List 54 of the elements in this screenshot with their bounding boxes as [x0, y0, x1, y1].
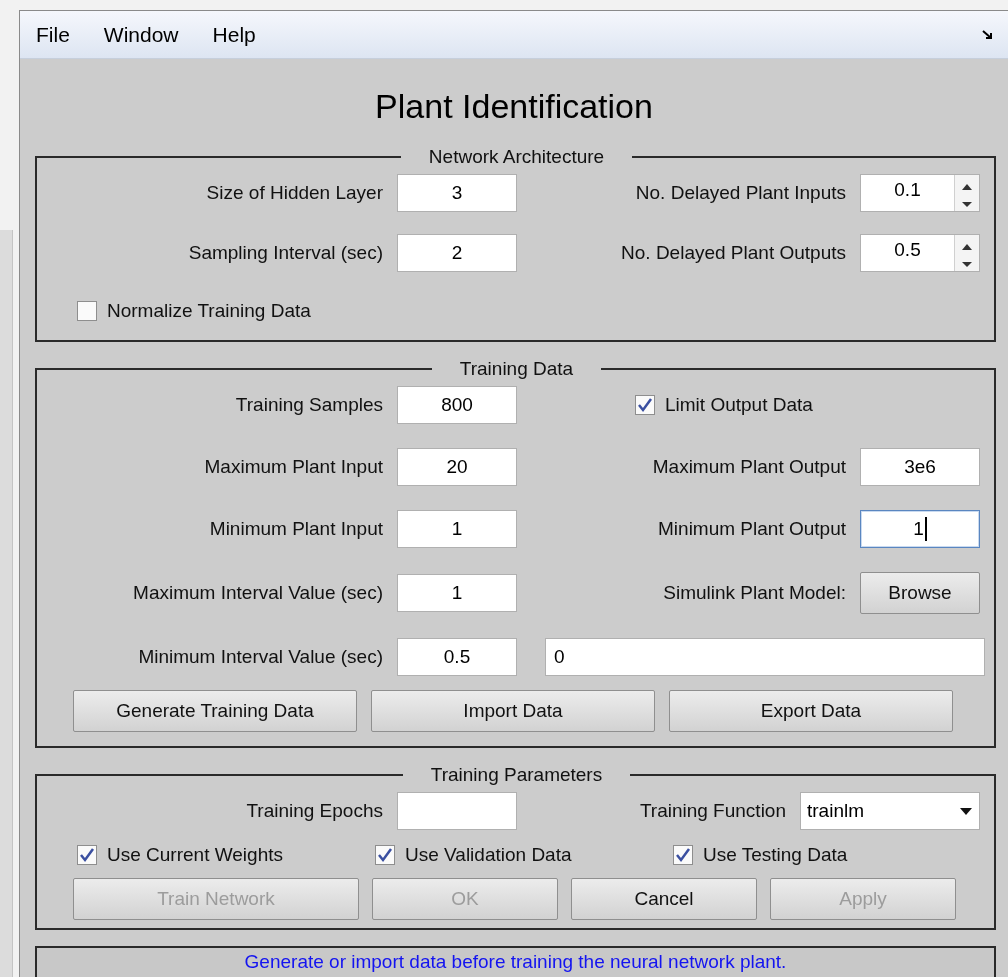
panel-title: Training Parameters	[429, 764, 604, 786]
input-field[interactable]: 1	[397, 510, 517, 548]
input-field[interactable]	[397, 792, 517, 830]
checkbox[interactable]	[673, 845, 693, 865]
panel-title: Training Data	[458, 358, 575, 380]
dock-arrow-icon[interactable]	[982, 28, 994, 41]
input-field[interactable]: 1	[860, 510, 980, 548]
action-button[interactable]: Generate Training Data	[73, 690, 357, 732]
checkbox[interactable]	[77, 845, 97, 865]
field-label: Training Function	[638, 800, 786, 822]
window-title: Plant Identification	[374, 86, 654, 127]
input-field[interactable]: 2	[397, 234, 517, 272]
browse-button[interactable]: Browse	[860, 572, 980, 614]
dropdown[interactable]: trainlm	[800, 792, 980, 830]
menu-item[interactable]: Window	[103, 22, 179, 47]
input-field[interactable]: 0.5	[397, 638, 517, 676]
checkbox-label: Use Validation Data	[405, 844, 572, 866]
checkbox-label: Limit Output Data	[665, 394, 813, 416]
checkbox-label: Normalize Training Data	[107, 300, 311, 322]
field-label: No. Delayed Plant Inputs	[634, 182, 846, 204]
action-button[interactable]: Cancel	[571, 878, 757, 920]
field-label: Minimum Plant Input	[208, 518, 383, 540]
field-label: Training Samples	[234, 394, 383, 416]
field-label: Sampling Interval (sec)	[187, 242, 383, 264]
field-label: Simulink Plant Model:	[662, 582, 846, 604]
field-label: Minimum Interval Value (sec)	[137, 646, 383, 668]
checkbox-label: Use Testing Data	[703, 844, 848, 866]
checkbox[interactable]	[635, 395, 655, 415]
input-field[interactable]: 3e6	[860, 448, 980, 486]
action-button[interactable]: Export Data	[669, 690, 953, 732]
menu-item[interactable]: Help	[212, 22, 256, 47]
panel-title: Network Architecture	[427, 146, 606, 168]
spinner-field[interactable]: 0.1	[860, 174, 980, 212]
field-label: Training Epochs	[245, 800, 383, 822]
checkbox[interactable]	[77, 301, 97, 321]
spinner-arrows-icon[interactable]	[954, 235, 979, 271]
action-button[interactable]: Import Data	[371, 690, 655, 732]
field-label: Size of Hidden Layer	[205, 182, 383, 204]
input-field[interactable]: 20	[397, 448, 517, 486]
path-field[interactable]: 0	[545, 638, 985, 676]
field-label: Maximum Interval Value (sec)	[132, 582, 383, 604]
field-label: No. Delayed Plant Outputs	[620, 242, 846, 264]
spinner-field[interactable]: 0.5	[860, 234, 980, 272]
input-field[interactable]: 3	[397, 174, 517, 212]
checkbox[interactable]	[375, 845, 395, 865]
field-label: Minimum Plant Output	[657, 518, 846, 540]
field-label: Maximum Plant Input	[203, 456, 383, 478]
menu-item[interactable]: File	[36, 22, 70, 47]
status-message: Generate or import data before training the neural network plant.	[35, 946, 996, 977]
spinner-arrows-icon[interactable]	[954, 175, 979, 211]
field-label: Maximum Plant Output	[651, 456, 846, 478]
checkbox-label: Use Current Weights	[107, 844, 283, 866]
input-field[interactable]: 800	[397, 386, 517, 424]
input-field[interactable]: 1	[397, 574, 517, 612]
